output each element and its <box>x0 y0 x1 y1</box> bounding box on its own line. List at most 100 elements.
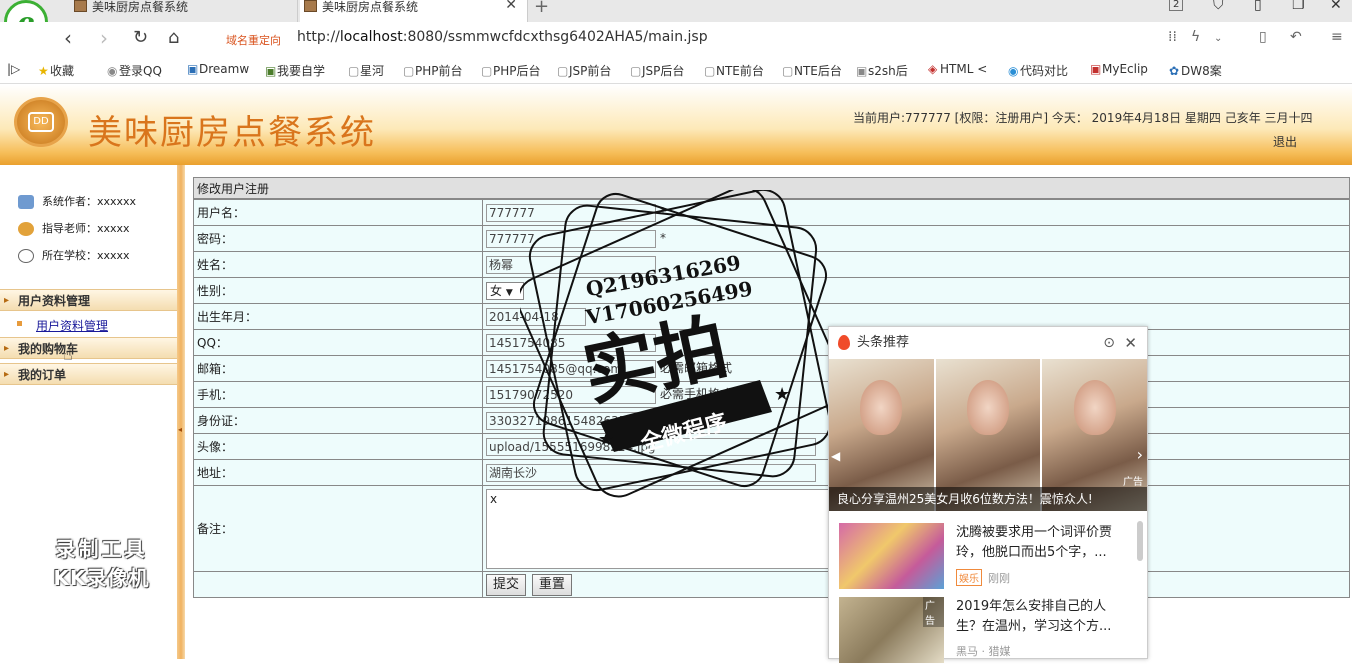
news-popup: 头条推荐 ⊙ ✕ ◀ › 广告 良心分享温州25美女月收6位数方法！震惊众人! … <box>828 326 1148 663</box>
gallery-prev-icon[interactable]: ◀ <box>831 449 840 463</box>
reset-button[interactable]: 重置 <box>531 573 572 596</box>
bookmark-item[interactable]: ▢PHP后台 <box>481 62 541 79</box>
teacher-icon <box>18 222 34 236</box>
gallery-caption[interactable]: 良心分享温州25美女月收6位数方法！震惊众人! <box>829 487 1147 511</box>
logout-link[interactable]: 退出 <box>1273 133 1297 150</box>
idcard-input[interactable]: 330327198615482635 <box>486 411 656 430</box>
form-row-phone: 手机： 15179072520 必需手机格式 <box>193 381 1350 408</box>
home-icon[interactable]: ⌂ <box>168 27 179 48</box>
redirect-label: 域名重定向 <box>226 34 281 47</box>
skin-icon[interactable]: ⛉ <box>1213 0 1224 13</box>
dropdown-icon[interactable]: ⌄ <box>1214 33 1222 44</box>
sidebar-toggle-icon[interactable]: |▷ <box>7 62 20 76</box>
gender-select[interactable]: 女 ▼ <box>486 281 524 300</box>
news-title[interactable]: 2019年怎么安排自己的人生？在温州，学习这个方... <box>956 597 1131 637</box>
app-title: 美味厨房点餐系统 <box>88 113 376 153</box>
menu-shopping-cart[interactable]: 我的购物车 <box>0 337 177 360</box>
lightning-icon[interactable]: ϟ <box>1191 29 1200 45</box>
browser-tab[interactable]: 美味厨房点餐系统 <box>70 0 298 22</box>
avatar-input[interactable]: upload/1555516998224.jpg <box>486 437 816 456</box>
popup-scrollbar[interactable] <box>1137 521 1143 561</box>
minimize-icon[interactable]: ▯ <box>1254 0 1262 13</box>
bookmark-item[interactable]: ✿ DW8案 <box>1169 62 1222 79</box>
form-row-username: 用户名： 777777 * <box>193 199 1350 226</box>
app-logo-icon: DD <box>14 97 68 147</box>
sidebar-splitter[interactable]: ◂ <box>177 165 185 659</box>
bookmark-item[interactable]: ▣s2sh后 <box>856 62 908 79</box>
news-meta: 黑马 · 猎媒 <box>956 645 1011 658</box>
grid-icon[interactable]: ⁞⁞ <box>1168 29 1177 45</box>
submit-button[interactable]: 提交 <box>486 573 527 596</box>
tab-count-badge[interactable]: 2 <box>1169 0 1184 11</box>
collapse-arrow-icon[interactable]: ◂ <box>178 425 182 434</box>
news-title[interactable]: 沈腾被要求用一个词评价贾玲，他脱口而出5个字，... <box>956 523 1131 563</box>
bookmark-item[interactable]: ▢JSP后台 <box>630 62 684 79</box>
back-icon[interactable]: ‹ <box>64 26 72 50</box>
maximize-icon[interactable]: ❐ <box>1292 0 1305 13</box>
author-info: 系统作者：xxxxxx <box>18 193 136 209</box>
bookmark-item[interactable]: ▢NTE前台 <box>704 62 764 79</box>
menu-item-user-profile[interactable]: 用户资料管理 <box>36 317 108 334</box>
menu-user-profile[interactable]: 用户资料管理 <box>0 289 177 312</box>
birth-date-input[interactable]: 2014-04-18 <box>486 307 586 326</box>
form-table: 用户名： 777777 * 密码： 777777 * 姓名： 杨幂 性别： 女 ▼ … <box>193 199 1350 598</box>
current-user-info: 当前用户:777777 [权限：注册用户] 今天： 2019年4月18日 星期四… <box>853 111 1313 125</box>
teacher-info: 指导老师：xxxxx <box>18 220 130 236</box>
news-item[interactable]: 沈腾被要求用一个词评价贾玲，他脱口而出5个字，... 娱乐 刚刚 <box>839 523 1129 593</box>
field-label: 身份证： <box>193 407 483 434</box>
menu-my-orders[interactable]: 我的订单 <box>0 363 177 386</box>
gallery-next-icon[interactable]: › <box>1137 445 1143 464</box>
name-input[interactable]: 杨幂 <box>486 255 656 274</box>
form-row-avatar: 头像： upload/1555516998224.jpg <box>193 433 1350 460</box>
bookmark-item[interactable]: ◉ 代码对比 <box>1008 62 1068 79</box>
ad-label: 广告 <box>1123 477 1143 488</box>
bookmark-item[interactable]: ◈ HTML < <box>928 62 987 76</box>
required-mark: * <box>660 231 666 245</box>
field-label: 备注： <box>193 485 483 572</box>
required-mark: * <box>660 205 666 219</box>
email-input[interactable]: 1451754085@qq.com <box>486 359 656 378</box>
recorder-watermark: 录制工具 KK录像机 <box>53 537 150 590</box>
field-label: QQ： <box>193 329 483 356</box>
bookmark-item[interactable]: ▢JSP前台 <box>557 62 611 79</box>
field-label: 头像： <box>193 433 483 460</box>
bookmark-item[interactable]: ▢星河 <box>348 62 384 79</box>
phone-input[interactable]: 15179072520 <box>486 385 656 404</box>
image-gallery[interactable]: ◀ › 广告 良心分享温州25美女月收6位数方法！震惊众人! <box>829 359 1148 511</box>
forward-icon[interactable]: › <box>100 26 108 50</box>
news-item[interactable]: 广告 2019年怎么安排自己的人生？在温州，学习这个方... 黑马 · 猎媒 <box>839 597 1129 667</box>
password-input[interactable]: 777777 <box>486 229 656 248</box>
bookmark-item[interactable]: ▢PHP前台 <box>403 62 463 79</box>
username-input[interactable]: 777777 <box>486 203 656 222</box>
browser-nav-bar: ‹ › ↻ ⌂ 域名重定向 http://localhost:8080/ssmm… <box>0 22 1352 56</box>
close-tab-icon[interactable]: ✕ <box>505 0 517 12</box>
page-favicon-icon <box>304 0 317 12</box>
new-tab-icon[interactable]: + <box>534 0 549 17</box>
form-row-password: 密码： 777777 * <box>193 225 1350 252</box>
settings-icon[interactable]: ⊙ <box>1103 327 1115 359</box>
news-thumbnail[interactable]: 广告 <box>839 597 944 663</box>
field-label: 用户名： <box>193 199 483 226</box>
bookmark-item[interactable]: ▢NTE后台 <box>782 62 842 79</box>
bookmark-item[interactable]: ▣Dreamw <box>187 62 249 76</box>
refresh-icon[interactable]: ↻ <box>133 27 148 48</box>
bookmark-item[interactable]: ▣MyEclip <box>1090 62 1148 76</box>
form-row-qq: QQ： 1451754085 <box>193 329 1350 356</box>
chevron-down-icon: ▼ <box>505 287 513 298</box>
news-thumbnail[interactable] <box>839 523 944 589</box>
close-icon[interactable]: ✕ <box>1124 327 1137 359</box>
bookmark-item[interactable]: ▣我要自学 <box>265 62 325 79</box>
news-meta: 娱乐 刚刚 <box>956 569 1010 586</box>
undo-icon[interactable]: ↶ <box>1290 29 1302 45</box>
address-bar[interactable]: http://localhost:8080/ssmmwcfdcxthsg6402… <box>297 29 708 45</box>
menu-icon[interactable]: ≡ <box>1331 29 1343 45</box>
close-window-icon[interactable]: ✕ <box>1330 0 1342 13</box>
bookmark-item[interactable]: ★收藏 <box>38 62 74 79</box>
browser-tab-active[interactable]: 美味厨房点餐系统 ✕ <box>300 0 528 22</box>
popup-title: 头条推荐 <box>857 335 910 350</box>
device-icon[interactable]: ▯ <box>1259 29 1267 45</box>
form-row-email: 邮箱： 1451754085@qq.com 必需邮箱格式 <box>193 355 1350 382</box>
bookmark-item[interactable]: ◉ 登录QQ <box>107 62 162 79</box>
qq-input[interactable]: 1451754085 <box>486 333 656 352</box>
address-input[interactable]: 湖南长沙 <box>486 463 816 482</box>
